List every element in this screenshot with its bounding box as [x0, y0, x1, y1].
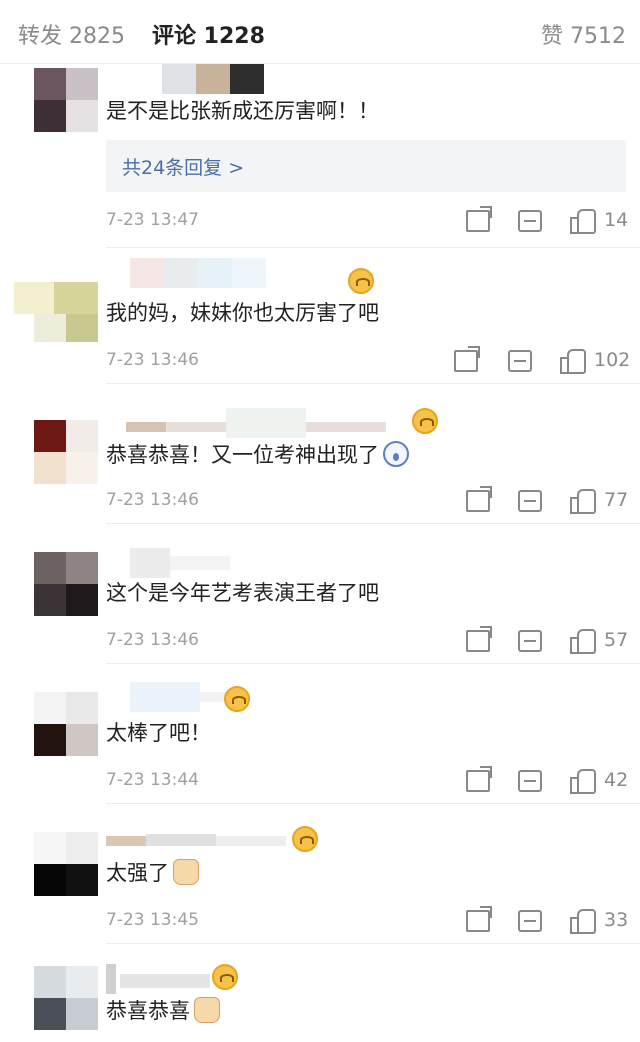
- avatar[interactable]: [14, 686, 98, 770]
- tab-repost[interactable]: 转发 2825: [18, 18, 125, 50]
- comment-text-content: 恭喜恭喜: [106, 999, 190, 1023]
- comment-text: 这个是今年艺考表演王者了吧: [106, 581, 379, 605]
- thumbs-up-icon[interactable]: [570, 908, 596, 934]
- comment-text: 太强了: [106, 858, 199, 888]
- comment-time: 7-23 13:44: [106, 770, 199, 790]
- share-icon[interactable]: [466, 906, 492, 932]
- comment-item: 恭喜恭喜！又一位考神出现了 7-23 13:46 77: [0, 384, 640, 524]
- comment-item: 恭喜恭喜: [0, 944, 640, 1042]
- comment-icon[interactable]: [518, 490, 542, 512]
- comment-item: 是不是比张新成还厉害啊！！ 共24条回复 > 7-23 13:47 14: [0, 64, 640, 248]
- comment-text: 是不是比张新成还厉害啊！！: [106, 99, 379, 123]
- avatar[interactable]: [14, 64, 98, 148]
- vip-badge-icon: [292, 826, 318, 852]
- avatar[interactable]: [14, 826, 98, 910]
- vip-badge-icon: [212, 964, 238, 990]
- thumbs-up-emoji-icon: [173, 859, 199, 885]
- reply-summary-link[interactable]: 共24条回复 >: [106, 140, 626, 192]
- thumbs-up-icon[interactable]: [570, 628, 596, 654]
- share-icon[interactable]: [466, 206, 492, 232]
- comment-icon[interactable]: [518, 210, 542, 232]
- comment-tabs: 转发 2825 评论 1228 赞 7512: [0, 0, 640, 64]
- comment-text: 恭喜恭喜！又一位考神出现了: [106, 440, 409, 470]
- thumbs-up-icon[interactable]: [570, 488, 596, 514]
- comment-time: 7-23 13:45: [106, 910, 199, 930]
- avatar[interactable]: [14, 960, 98, 1042]
- thumbs-up-icon[interactable]: [570, 768, 596, 794]
- comment-icon[interactable]: [518, 770, 542, 792]
- comment-time: 7-23 13:46: [106, 350, 199, 370]
- surprised-emoji-icon: [383, 441, 409, 467]
- thumbs-up-icon[interactable]: [560, 348, 586, 374]
- username-blurred[interactable]: [106, 822, 296, 852]
- like-count: 102: [594, 349, 631, 371]
- tab-likes[interactable]: 赞 7512: [541, 18, 626, 50]
- like-count: 42: [604, 769, 629, 791]
- comment-text-content: 恭喜恭喜！又一位考神出现了: [106, 443, 379, 467]
- share-icon[interactable]: [454, 346, 480, 372]
- like-count: 33: [604, 909, 629, 931]
- share-icon[interactable]: [466, 626, 492, 652]
- username-blurred[interactable]: [106, 408, 406, 438]
- avatar[interactable]: [14, 546, 98, 630]
- comment-text: 恭喜恭喜: [106, 996, 220, 1026]
- like-count: 14: [604, 209, 629, 231]
- username-blurred[interactable]: [106, 548, 266, 578]
- like-count: 77: [604, 489, 629, 511]
- username-blurred[interactable]: [106, 64, 266, 94]
- comment-time: 7-23 13:47: [106, 210, 199, 230]
- comment-time: 7-23 13:46: [106, 490, 199, 510]
- comment-item: 太强了 7-23 13:45 33: [0, 804, 640, 944]
- comment-item: 这个是今年艺考表演王者了吧 7-23 13:46 57: [0, 524, 640, 664]
- username-blurred[interactable]: [106, 258, 346, 288]
- share-icon[interactable]: [466, 486, 492, 512]
- thumbs-up-icon[interactable]: [570, 208, 596, 234]
- thumbs-up-emoji-icon: [194, 997, 220, 1023]
- comment-text: 太棒了吧！: [106, 721, 211, 745]
- like-count: 57: [604, 629, 629, 651]
- avatar[interactable]: [14, 258, 98, 342]
- comment-icon[interactable]: [518, 630, 542, 652]
- vip-badge-icon: [348, 268, 374, 294]
- comment-text-content: 太强了: [106, 861, 169, 885]
- comment-text: 我的妈，妹妹你也太厉害了吧: [106, 301, 379, 325]
- comment-item: 太棒了吧！ 7-23 13:44 42: [0, 664, 640, 804]
- tab-comments[interactable]: 评论 1228: [152, 18, 265, 50]
- reply-summary-label: 共24条回复 >: [122, 157, 245, 179]
- comment-icon[interactable]: [518, 910, 542, 932]
- comment-item: 我的妈，妹妹你也太厉害了吧 7-23 13:46 102: [0, 248, 640, 384]
- vip-badge-icon: [224, 686, 250, 712]
- share-icon[interactable]: [466, 766, 492, 792]
- vip-badge-icon: [412, 408, 438, 434]
- comment-time: 7-23 13:46: [106, 630, 199, 650]
- comment-icon[interactable]: [508, 350, 532, 372]
- avatar[interactable]: [14, 406, 98, 490]
- username-blurred[interactable]: [106, 964, 226, 994]
